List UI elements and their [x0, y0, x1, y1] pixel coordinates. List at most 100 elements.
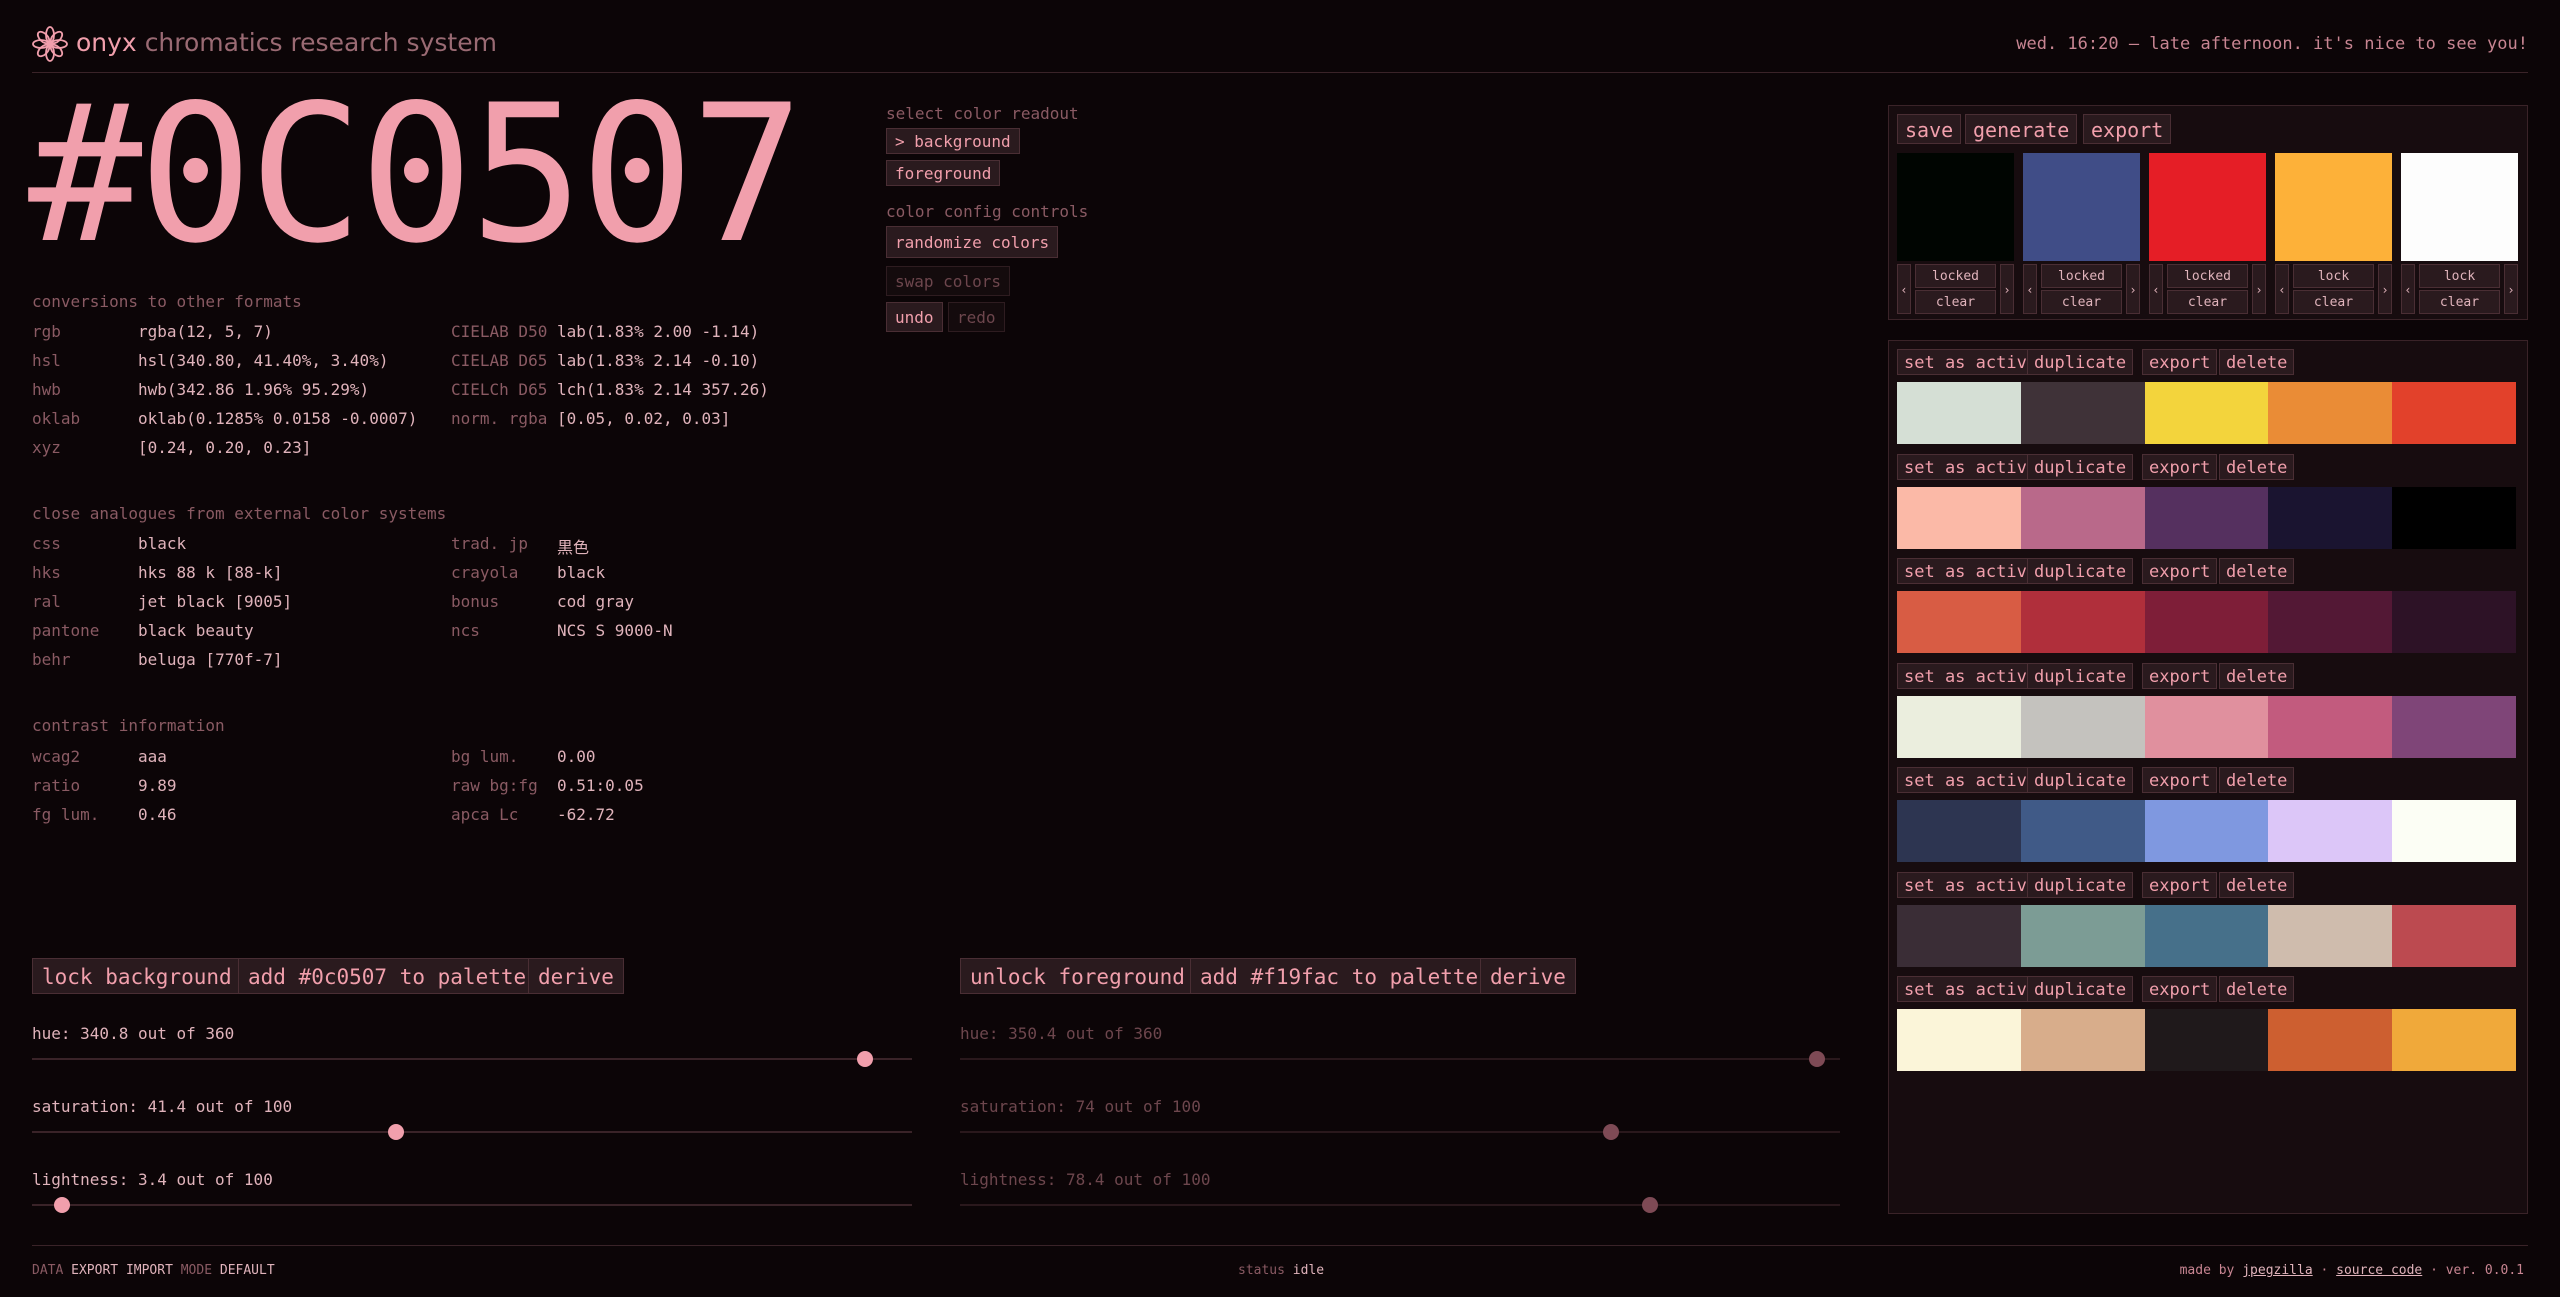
- slider-thumb[interactable]: [1808, 1051, 1825, 1067]
- source-code-link[interactable]: source code: [2336, 1263, 2422, 1278]
- palette-swatch[interactable]: [2268, 591, 2393, 653]
- palette-swatch[interactable]: [2268, 382, 2393, 444]
- palette-swatch[interactable]: [2144, 695, 2269, 758]
- swatch-lock-button[interactable]: locked: [1915, 264, 1996, 288]
- palette-swatch[interactable]: [2020, 695, 2145, 758]
- export-saved-palette-button[interactable]: export: [2142, 453, 2218, 480]
- set-as-active-button[interactable]: set as active: [1897, 662, 2045, 689]
- add-background-to-palette-button[interactable]: add #0c0507 to palette: [238, 958, 537, 994]
- palette-swatch[interactable]: [2144, 486, 2269, 549]
- slider-track[interactable]: [32, 1058, 912, 1060]
- palette-swatch[interactable]: [2020, 591, 2145, 653]
- palette-swatch[interactable]: [2268, 695, 2393, 758]
- saved-palette-row[interactable]: [1897, 382, 2516, 444]
- undo-button[interactable]: undo: [886, 302, 943, 332]
- palette-swatch[interactable]: [2392, 904, 2516, 967]
- swatch-clear-button[interactable]: clear: [2041, 290, 2122, 314]
- swatch-left-arrow[interactable]: ‹: [2401, 264, 2415, 314]
- color-swatch[interactable]: [2401, 153, 2518, 261]
- palette-swatch[interactable]: [2392, 695, 2516, 758]
- swatch-lock-button[interactable]: locked: [2041, 264, 2122, 288]
- palette-swatch[interactable]: [2144, 1009, 2269, 1071]
- set-as-active-button[interactable]: set as active: [1897, 871, 2045, 898]
- add-foreground-to-palette-button[interactable]: add #f19fac to palette: [1190, 958, 1489, 994]
- slider-thumb[interactable]: [53, 1197, 70, 1213]
- palette-swatch[interactable]: [2020, 1009, 2145, 1071]
- lock-background-button[interactable]: lock background: [32, 958, 242, 994]
- palette-swatch[interactable]: [2020, 486, 2145, 549]
- swatch-right-arrow[interactable]: ›: [2504, 264, 2518, 314]
- derive-background-button[interactable]: derive: [528, 958, 624, 994]
- saved-palette-row[interactable]: [1897, 1009, 2516, 1071]
- swatch-lock-button[interactable]: lock: [2293, 264, 2374, 288]
- randomize-colors-button[interactable]: randomize colors: [886, 226, 1059, 258]
- saved-palette-row[interactable]: [1897, 695, 2516, 758]
- slider-thumb[interactable]: [388, 1124, 405, 1140]
- palette-swatch[interactable]: [2392, 591, 2516, 653]
- palette-swatch[interactable]: [2144, 382, 2269, 444]
- color-swatch[interactable]: [2275, 153, 2392, 261]
- export-saved-palette-button[interactable]: export: [2142, 871, 2218, 898]
- swatch-lock-button[interactable]: lock: [2419, 264, 2500, 288]
- duplicate-palette-button[interactable]: duplicate: [2027, 767, 2134, 793]
- swatch-left-arrow[interactable]: ‹: [2275, 264, 2289, 314]
- set-as-active-button[interactable]: set as active: [1897, 453, 2045, 480]
- slider-track[interactable]: [32, 1204, 912, 1206]
- export-saved-palette-button[interactable]: export: [2142, 976, 2218, 1002]
- swatch-left-arrow[interactable]: ‹: [2149, 264, 2163, 314]
- palette-swatch[interactable]: [1897, 1009, 2021, 1071]
- export-saved-palette-button[interactable]: export: [2142, 662, 2218, 689]
- saved-palette-row[interactable]: [1897, 800, 2516, 862]
- set-as-active-button[interactable]: set as active: [1897, 558, 2045, 584]
- set-as-active-button[interactable]: set as active: [1897, 349, 2045, 375]
- duplicate-palette-button[interactable]: duplicate: [2027, 349, 2134, 375]
- palette-swatch[interactable]: [2392, 382, 2516, 444]
- redo-button[interactable]: redo: [948, 302, 1005, 332]
- slider-track[interactable]: [32, 1131, 912, 1133]
- delete-palette-button[interactable]: delete: [2219, 453, 2295, 480]
- palette-swatch[interactable]: [2268, 800, 2393, 862]
- duplicate-palette-button[interactable]: duplicate: [2027, 871, 2134, 898]
- color-swatch[interactable]: [2149, 153, 2266, 261]
- swatch-right-arrow[interactable]: ›: [2252, 264, 2266, 314]
- set-as-active-button[interactable]: set as active: [1897, 767, 2045, 793]
- palette-swatch[interactable]: [1897, 486, 2021, 549]
- swatch-right-arrow[interactable]: ›: [2126, 264, 2140, 314]
- save-palette-button[interactable]: save: [1897, 114, 1962, 144]
- derive-foreground-button[interactable]: derive: [1480, 958, 1576, 994]
- foreground-readout-button[interactable]: foreground: [886, 160, 1001, 186]
- swatch-clear-button[interactable]: clear: [1915, 290, 1996, 314]
- palette-swatch[interactable]: [2020, 904, 2145, 967]
- delete-palette-button[interactable]: delete: [2219, 976, 2295, 1002]
- palette-swatch[interactable]: [1897, 800, 2021, 862]
- export-saved-palette-button[interactable]: export: [2142, 349, 2218, 375]
- color-swatch[interactable]: [2023, 153, 2140, 261]
- swatch-clear-button[interactable]: clear: [2419, 290, 2500, 314]
- default-mode-item[interactable]: DEFAULT: [220, 1263, 275, 1278]
- swatch-clear-button[interactable]: clear: [2293, 290, 2374, 314]
- duplicate-palette-button[interactable]: duplicate: [2027, 453, 2134, 480]
- color-swatch[interactable]: [1897, 153, 2014, 261]
- swatch-right-arrow[interactable]: ›: [2378, 264, 2392, 314]
- export-palette-button[interactable]: export: [2083, 114, 2172, 144]
- swatch-left-arrow[interactable]: ‹: [1897, 264, 1911, 314]
- palette-swatch[interactable]: [2020, 800, 2145, 862]
- saved-palette-row[interactable]: [1897, 591, 2516, 653]
- saved-palette-row[interactable]: [1897, 904, 2516, 967]
- palette-swatch[interactable]: [1897, 904, 2021, 967]
- delete-palette-button[interactable]: delete: [2219, 349, 2295, 375]
- palette-swatch[interactable]: [2144, 591, 2269, 653]
- set-as-active-button[interactable]: set as active: [1897, 976, 2045, 1002]
- swap-colors-button[interactable]: swap colors: [886, 266, 1010, 296]
- swatch-right-arrow[interactable]: ›: [2000, 264, 2014, 314]
- palette-swatch[interactable]: [1897, 382, 2021, 444]
- palette-swatch[interactable]: [2392, 1009, 2516, 1071]
- duplicate-palette-button[interactable]: duplicate: [2027, 976, 2134, 1002]
- unlock-foreground-button[interactable]: unlock foreground: [960, 958, 1195, 994]
- swatch-clear-button[interactable]: clear: [2167, 290, 2248, 314]
- slider-thumb[interactable]: [1641, 1197, 1658, 1213]
- delete-palette-button[interactable]: delete: [2219, 767, 2295, 793]
- duplicate-palette-button[interactable]: duplicate: [2027, 662, 2134, 689]
- palette-swatch[interactable]: [2144, 904, 2269, 967]
- export-saved-palette-button[interactable]: export: [2142, 767, 2218, 793]
